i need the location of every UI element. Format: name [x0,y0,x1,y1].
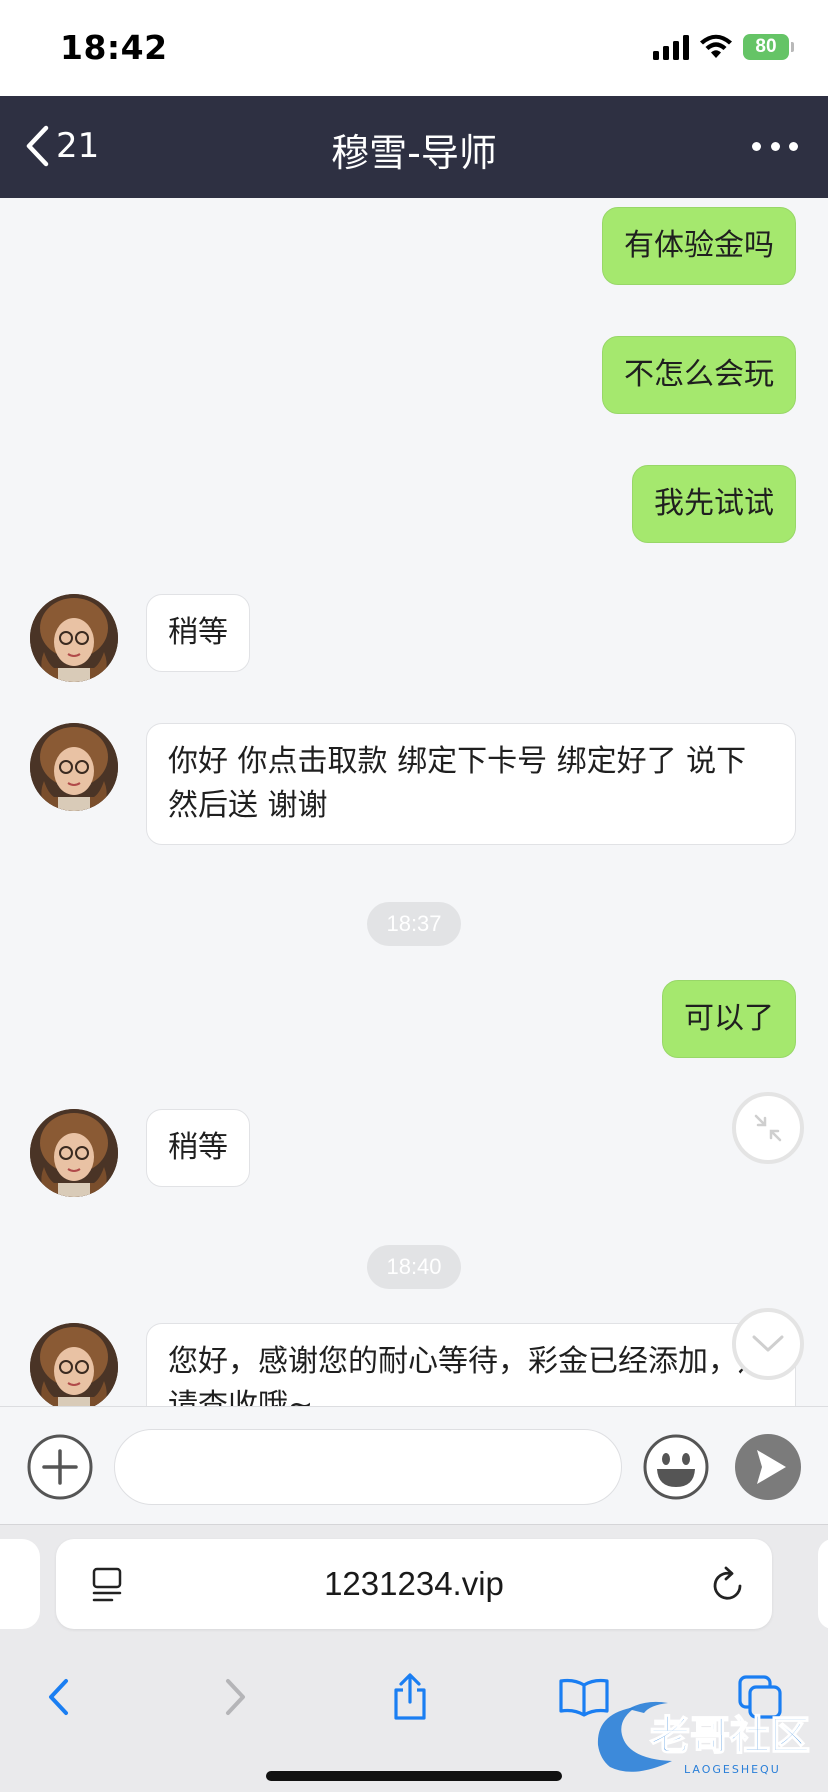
message-input-bar [0,1406,828,1524]
plus-circle-icon[interactable] [26,1433,94,1501]
status-time: 18:42 [60,28,168,67]
chevron-down-icon [752,1335,784,1352]
message-bubble-incoming[interactable]: 您好，感谢您的耐心等待，彩金已经添加，还请查收哦~ [146,1323,796,1406]
status-bar: 18:42 80 [0,0,828,96]
forward-button-browser[interactable] [206,1667,266,1727]
message-input[interactable] [114,1429,622,1505]
wifi-icon [700,34,732,58]
status-icons: 80 [653,34,794,60]
message-timestamp: 18:40 [367,1245,461,1289]
back-button-browser[interactable] [28,1667,88,1727]
contact-avatar[interactable] [30,723,118,811]
message-bubble-outgoing[interactable]: 不怎么会玩 [602,336,796,414]
browser-toolbar: 1231234.vip 老哥社区 LAOGESHEQU [0,1524,828,1792]
forward-icon [226,1679,245,1715]
back-icon [49,1679,68,1715]
contact-avatar[interactable] [30,1323,118,1406]
previous-tab-preview[interactable] [0,1539,40,1629]
message-bubble-outgoing[interactable]: 有体验金吗 [602,207,796,285]
share-button[interactable] [380,1667,440,1727]
share-icon [394,1673,426,1720]
message-bubble-incoming[interactable]: 你好 你点击取款 绑定下卡号 绑定好了 说下 然后送 谢谢 [146,723,796,845]
contact-avatar[interactable] [30,594,118,682]
battery-icon: 80 [743,34,794,60]
next-tab-preview[interactable] [818,1539,828,1629]
reload-icon[interactable] [710,1565,746,1603]
message-bubble-incoming[interactable]: 稍等 [146,594,250,672]
chat-header: 21 穆雪-导师 [0,96,828,198]
cellular-signal-icon [653,34,689,60]
watermark-text: 老哥社区 [650,1713,810,1759]
home-indicator [266,1771,562,1781]
watermark-logo: 老哥社区 LAOGESHEQU [597,1701,811,1776]
contact-avatar[interactable] [30,1109,118,1197]
collapse-arrows-icon [754,1114,782,1142]
battery-level: 80 [755,36,777,57]
message-bubble-incoming[interactable]: 稍等 [146,1109,250,1187]
smiley-icon[interactable] [642,1433,710,1501]
scroll-to-bottom-button[interactable] [732,1308,804,1380]
collapse-button[interactable] [732,1092,804,1164]
message-list[interactable]: 有体验金吗 不怎么会玩 我先试试 稍等 你好 你点击取款 绑定下卡号 绑定好了 … [0,198,828,1406]
address-bar[interactable]: 1231234.vip [56,1539,772,1629]
chat-title: 穆雪-导师 [331,131,497,175]
message-bubble-outgoing[interactable]: 我先试试 [632,465,796,543]
send-arrow-icon[interactable] [734,1433,802,1501]
url-text: 1231234.vip [324,1565,504,1602]
watermark-subtext: LAOGESHEQU [684,1763,781,1776]
message-timestamp: 18:37 [367,902,461,946]
message-bubble-outgoing[interactable]: 可以了 [662,980,796,1058]
more-dots-icon[interactable] [752,132,798,160]
